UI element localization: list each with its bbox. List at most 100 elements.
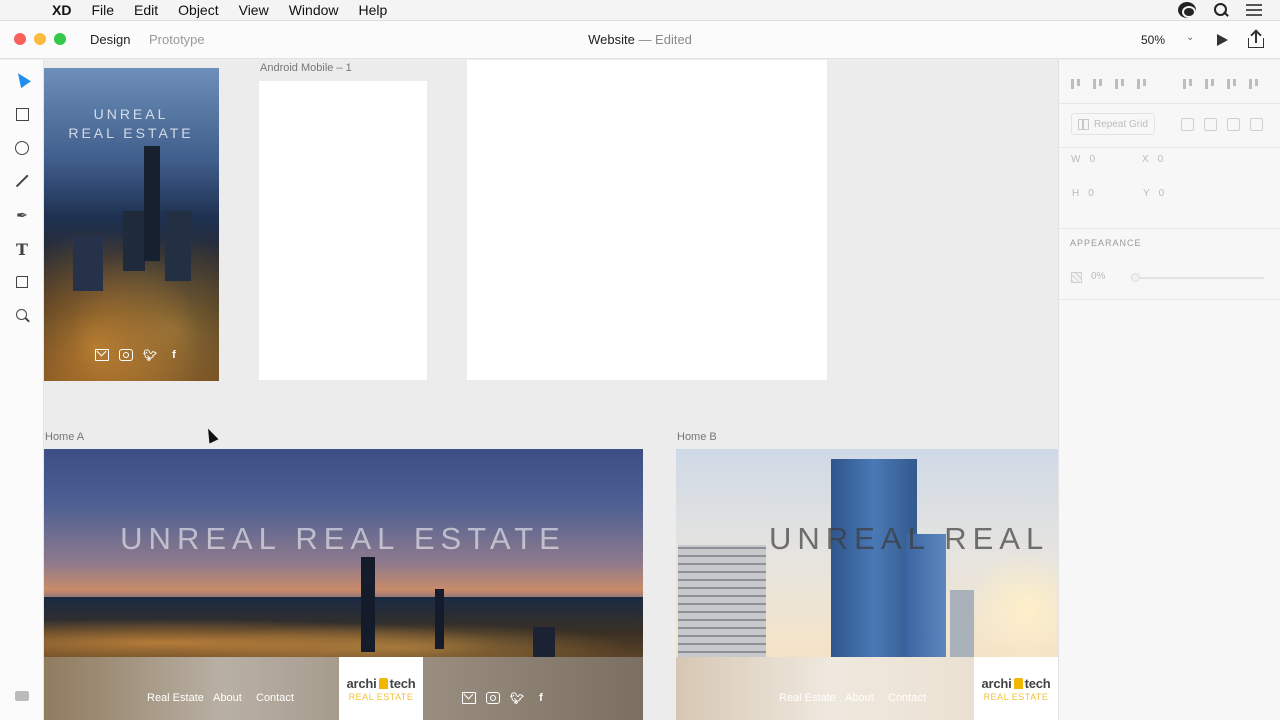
- artboard-tool-icon[interactable]: [13, 273, 31, 291]
- artboard-blank[interactable]: [467, 60, 827, 380]
- menu-bar: XD File Edit Object View Window Help: [0, 0, 1280, 21]
- artboard-android-mobile-1[interactable]: [259, 81, 427, 380]
- mail-icon[interactable]: [95, 349, 109, 361]
- menu-file[interactable]: File: [91, 2, 114, 18]
- boolean-intersect-icon[interactable]: [1227, 118, 1240, 131]
- spotlight-search-icon[interactable]: [1214, 3, 1228, 17]
- align-bottom-icon[interactable]: [1113, 77, 1127, 91]
- distribute-horizontal-icon[interactable]: [1247, 77, 1261, 91]
- zoom-tool-icon[interactable]: [13, 306, 31, 324]
- appearance-heading: APPEARANCE: [1070, 238, 1142, 248]
- menu-object[interactable]: Object: [178, 2, 218, 18]
- share-icon[interactable]: [1248, 32, 1264, 48]
- chevron-down-icon[interactable]: ⌄: [1186, 32, 1194, 43]
- design-canvas[interactable]: UNREAL REAL ESTATE 🐦︎ f Android Mobile –…: [44, 60, 1058, 720]
- twitter-icon[interactable]: 🐦︎: [510, 692, 524, 705]
- tab-design[interactable]: Design: [90, 32, 130, 47]
- boolean-add-icon[interactable]: [1181, 118, 1194, 131]
- mouse-cursor-icon: [203, 426, 219, 444]
- select-tool-icon[interactable]: [13, 69, 31, 89]
- mail-icon[interactable]: [462, 692, 476, 704]
- artboard-label-android[interactable]: Android Mobile – 1: [260, 62, 352, 74]
- logo-mark-icon: [1013, 677, 1023, 689]
- zoom-window-button[interactable]: [54, 33, 66, 45]
- document-status: — Edited: [638, 32, 692, 47]
- opacity-slider[interactable]: [1134, 277, 1264, 279]
- tab-prototype[interactable]: Prototype: [149, 32, 205, 47]
- align-right-icon[interactable]: [1225, 77, 1239, 91]
- text-tool-icon[interactable]: T: [13, 240, 31, 259]
- play-preview-icon[interactable]: [1217, 34, 1228, 46]
- close-window-button[interactable]: [14, 33, 26, 45]
- nav-link-contact[interactable]: Contact: [888, 692, 926, 704]
- creative-cloud-icon[interactable]: [1178, 2, 1196, 18]
- home-a-footer: Real Estate About Contact archi tech REAL…: [44, 657, 643, 720]
- nav-link-about[interactable]: About: [213, 692, 242, 704]
- instagram-icon[interactable]: [486, 692, 500, 704]
- opacity-slider-handle[interactable]: [1131, 273, 1140, 282]
- boolean-exclude-icon[interactable]: [1250, 118, 1263, 131]
- x-field[interactable]: X0: [1142, 154, 1163, 165]
- facebook-icon[interactable]: f: [167, 349, 181, 361]
- archi-tech-logo[interactable]: archi tech REAL ESTATE: [339, 657, 423, 720]
- grid-icon: [1078, 118, 1089, 130]
- artboard-home-b[interactable]: UNREAL REAL E Real Estate About Contact …: [676, 449, 1058, 720]
- home-a-social-links: 🐦︎ f: [462, 692, 548, 705]
- twitter-icon[interactable]: 🐦︎: [143, 349, 157, 362]
- window-titlebar: Design Prototype Website — Edited 50% ⌄: [0, 21, 1280, 59]
- nav-link-real-estate[interactable]: Real Estate: [779, 692, 836, 704]
- y-field[interactable]: Y0: [1143, 188, 1164, 199]
- window-controls: [14, 33, 66, 45]
- glass-tower-image: [831, 459, 917, 659]
- width-field[interactable]: W0: [1071, 154, 1095, 165]
- appearance-section: APPEARANCE 0%: [1059, 230, 1280, 300]
- menu-view[interactable]: View: [239, 2, 269, 18]
- opacity-value[interactable]: 0%: [1091, 271, 1105, 282]
- align-left-icon[interactable]: [1181, 77, 1195, 91]
- iphone-hero-title-line1: UNREAL: [93, 106, 169, 122]
- tool-bar: ✒ T: [0, 60, 44, 720]
- home-b-footer: Real Estate About Contact archi tech REAL…: [676, 657, 1058, 720]
- property-inspector: Repeat Grid W0 X0 H0 Y0 APPEARANCE 0%: [1058, 60, 1280, 720]
- home-b-hero-title: UNREAL REAL E: [769, 521, 1058, 556]
- skyline-image: [361, 557, 375, 652]
- home-a-hero-title: UNREAL REAL ESTATE: [120, 521, 566, 556]
- facebook-icon[interactable]: f: [534, 692, 548, 704]
- menu-edit[interactable]: Edit: [134, 2, 158, 18]
- instagram-icon[interactable]: [119, 349, 133, 361]
- rectangle-tool-icon[interactable]: [13, 105, 31, 123]
- zoom-level[interactable]: 50%: [1141, 33, 1165, 47]
- line-tool-icon[interactable]: [13, 172, 31, 190]
- notification-center-icon[interactable]: [1246, 4, 1262, 16]
- artboard-label-home-b[interactable]: Home B: [677, 431, 717, 443]
- dimensions-section: W0 X0 H0 Y0: [1059, 149, 1280, 229]
- minimize-window-button[interactable]: [34, 33, 46, 45]
- align-top-icon[interactable]: [1069, 77, 1083, 91]
- artboard-iphone[interactable]: UNREAL REAL ESTATE 🐦︎ f: [44, 68, 219, 381]
- artboard-home-a[interactable]: UNREAL REAL ESTATE Real Estate About Con…: [44, 449, 643, 720]
- archi-tech-logo[interactable]: archi tech REAL ESTATE: [974, 657, 1058, 720]
- pen-tool-icon[interactable]: ✒: [13, 206, 31, 224]
- nav-link-contact[interactable]: Contact: [256, 692, 294, 704]
- repeat-grid-button[interactable]: Repeat Grid: [1071, 113, 1155, 135]
- nav-link-real-estate[interactable]: Real Estate: [147, 692, 204, 704]
- align-center-icon[interactable]: [1203, 77, 1217, 91]
- align-middle-icon[interactable]: [1091, 77, 1105, 91]
- document-name: Website: [588, 32, 635, 47]
- distribute-vertical-icon[interactable]: [1135, 77, 1149, 91]
- align-toolbar: [1059, 68, 1280, 104]
- artboard-label-home-a[interactable]: Home A: [45, 431, 84, 443]
- height-field[interactable]: H0: [1072, 188, 1094, 199]
- boolean-subtract-icon[interactable]: [1204, 118, 1217, 131]
- iphone-social-links: 🐦︎ f: [95, 349, 181, 362]
- menu-window[interactable]: Window: [289, 2, 339, 18]
- opacity-icon: [1071, 272, 1082, 283]
- nav-link-about[interactable]: About: [845, 692, 874, 704]
- logo-mark-icon: [378, 677, 388, 689]
- ellipse-tool-icon[interactable]: [13, 139, 31, 157]
- feedback-icon[interactable]: [15, 691, 29, 701]
- menu-help[interactable]: Help: [359, 2, 388, 18]
- skyscraper-image: [144, 146, 160, 261]
- menu-app-name[interactable]: XD: [52, 2, 71, 18]
- repeat-grid-row: Repeat Grid: [1059, 104, 1280, 148]
